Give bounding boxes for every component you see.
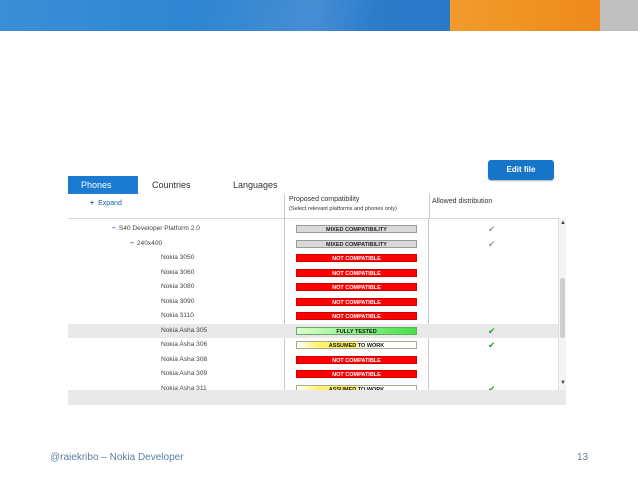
slide-banner <box>0 0 638 31</box>
table-row[interactable]: Nokia 3090 NOT COMPATIBLE <box>68 295 558 310</box>
phone-name: Nokia Asha 306 <box>161 341 207 348</box>
column-header-proposed: Proposed compatibility (Select relevant … <box>284 194 430 218</box>
compatibility-badge[interactable]: NOT COMPATIBLE <box>296 254 417 262</box>
phone-name: Nokia 3090 <box>161 298 194 305</box>
compatibility-badge[interactable]: MIXED COMPATIBILITY <box>296 225 417 233</box>
compatibility-badge[interactable]: FULLY TESTED <box>296 326 417 335</box>
phone-name-label: Nokia Asha 309 <box>161 370 208 377</box>
phone-name: Nokia 3060 <box>161 269 194 276</box>
table-row[interactable]: − S40 Developer Platform 2.0 MIXED COMPATI… <box>68 222 558 237</box>
table-row[interactable]: Nokia 3050 NOT COMPATIBLE <box>68 251 558 266</box>
phone-name-label: Nokia 3090 <box>161 297 195 305</box>
phone-name-label: S40 Developer Platform 2.0 <box>118 225 200 232</box>
expand-label: Expand <box>98 200 122 207</box>
table-row[interactable]: Nokia 3060 NOT COMPATIBLE <box>68 266 558 281</box>
table-header: + Expand Proposed compatibility (Select r… <box>68 194 566 219</box>
scroll-up-arrow-icon[interactable]: ▲ <box>560 220 566 226</box>
phone-name-label: Nokia 3060 <box>161 268 195 276</box>
grey-check-icon[interactable]: ✔ <box>488 223 496 235</box>
green-check-icon[interactable]: ✔ <box>488 325 496 337</box>
green-check-icon[interactable]: ✔ <box>488 383 496 391</box>
compatibility-badge[interactable]: ASSUMED TO WORK <box>296 341 417 349</box>
phone-name: −240x400 <box>130 240 162 247</box>
compatibility-badge[interactable]: NOT COMPATIBLE <box>296 283 417 291</box>
publish-tool-screenshot: Edit file Phones Countries Languages + Ex… <box>68 152 566 405</box>
phone-name: Nokia 3080 <box>161 283 194 290</box>
compatibility-badge[interactable]: NOT COMPATIBLE <box>296 268 417 277</box>
phone-name: Nokia 3050 <box>161 254 194 261</box>
page-number: 13 <box>577 452 589 463</box>
table-row[interactable]: Nokia 3080 NOT COMPATIBLE <box>68 280 558 295</box>
table-row[interactable]: Nokia Asha 309 NOT COMPATIBLE <box>68 367 558 382</box>
table-row[interactable]: Nokia Asha 306 ASSUMED TO WORK ✔ <box>68 338 558 353</box>
banner-orange-band <box>450 0 600 31</box>
banner-grey-band <box>600 0 638 31</box>
table-row[interactable]: Nokia Asha 311 ASSUMED TO WORK ✔ <box>68 382 558 391</box>
tab-countries[interactable]: Countries <box>152 176 191 194</box>
phone-name-label: Nokia Asha 305 <box>161 326 208 334</box>
column-header-allowed: Allowed distribution <box>432 198 493 205</box>
compatibility-badge[interactable]: NOT COMPATIBLE <box>296 312 417 320</box>
banner-blue-band <box>0 0 450 31</box>
phone-name: − S40 Developer Platform 2.0 <box>112 225 200 232</box>
table-footer-bar <box>68 390 566 405</box>
phone-name: Nokia 3110 <box>161 312 194 319</box>
grey-check-icon[interactable]: ✔ <box>488 238 496 250</box>
table-row[interactable]: Nokia 3110 NOT COMPATIBLE <box>68 309 558 324</box>
tab-phones[interactable]: Phones <box>68 176 138 194</box>
green-check-icon[interactable]: ✔ <box>488 339 496 351</box>
column-title-proposed: Proposed compatibility <box>289 196 360 203</box>
phone-tree-table: − S40 Developer Platform 2.0 MIXED COMPATI… <box>68 218 558 390</box>
table-row[interactable]: Nokia Asha 308 NOT COMPATIBLE <box>68 353 558 368</box>
phone-name: Nokia Asha 308 <box>161 356 207 363</box>
collapse-icon[interactable]: − <box>112 225 116 232</box>
phone-name-label: 240x400 <box>136 239 163 247</box>
phone-name-label: Nokia 3110 <box>161 312 194 319</box>
table-row[interactable]: Nokia Asha 305 FULLY TESTED ✔ <box>68 323 558 338</box>
compatibility-badge[interactable]: MIXED COMPATIBILITY <box>296 239 417 248</box>
footer-credit: @raiekribo – Nokia Developer <box>50 452 184 463</box>
plus-icon: + <box>90 200 95 207</box>
phone-name-label: Nokia Asha 306 <box>161 341 208 348</box>
scroll-thumb[interactable] <box>560 278 565 338</box>
expand-toggle[interactable]: + Expand <box>90 200 122 207</box>
tab-bar: Phones Countries Languages <box>68 176 566 196</box>
table-row[interactable]: −240x400 MIXED COMPATIBILITY ✔ <box>68 237 558 252</box>
phone-name-label: Nokia 3050 <box>161 254 195 261</box>
scroll-down-arrow-icon[interactable]: ▼ <box>560 380 566 386</box>
tab-languages[interactable]: Languages <box>233 176 278 194</box>
compatibility-badge[interactable]: NOT COMPATIBLE <box>296 355 417 364</box>
compatibility-badge[interactable]: NOT COMPATIBLE <box>296 297 417 306</box>
phone-name-label: Nokia 3080 <box>161 283 195 290</box>
collapse-icon[interactable]: − <box>130 240 134 247</box>
vertical-scrollbar[interactable]: ▲ ▼ <box>558 218 566 390</box>
column-hint-proposed: (Select relevant platforms and phones on… <box>289 206 397 212</box>
compatibility-badge[interactable]: NOT COMPATIBLE <box>296 370 417 378</box>
phone-name: Nokia Asha 305 <box>161 327 207 334</box>
phone-name-label: Nokia Asha 308 <box>161 355 208 363</box>
phone-name: Nokia Asha 309 <box>161 370 207 377</box>
